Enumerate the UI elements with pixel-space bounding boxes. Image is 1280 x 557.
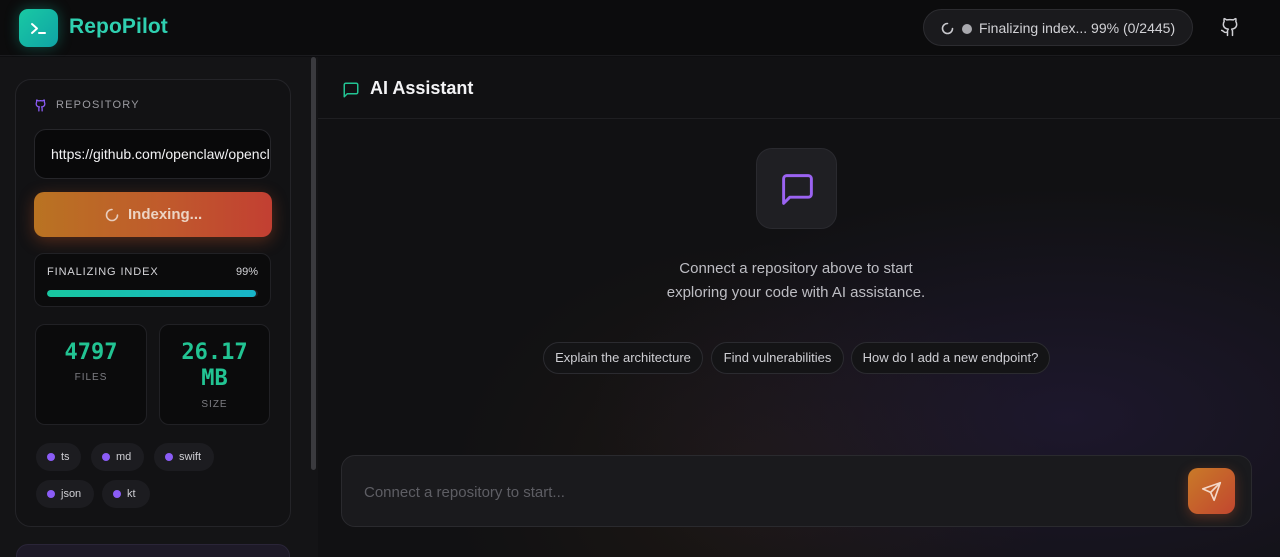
spinner-icon bbox=[941, 22, 954, 35]
language-dot bbox=[47, 490, 55, 498]
repo-icon bbox=[35, 99, 46, 112]
index-button-label: Indexing... bbox=[128, 206, 203, 223]
language-tag: ts bbox=[36, 443, 81, 471]
send-button[interactable] bbox=[1188, 468, 1235, 514]
terminal-icon[interactable] bbox=[19, 9, 58, 47]
language-dot bbox=[165, 453, 173, 461]
spinner-icon bbox=[105, 208, 119, 222]
status-text: Finalizing index... 99% (0/2445) bbox=[979, 20, 1176, 36]
empty-state-icon-box bbox=[756, 148, 837, 229]
progress-track bbox=[47, 290, 258, 297]
index-status-pill: Finalizing index... 99% (0/2445) bbox=[923, 9, 1193, 46]
repo-url-input[interactable] bbox=[34, 129, 271, 179]
chat-input[interactable] bbox=[364, 478, 1164, 506]
index-progress-card: FINALIZING INDEX 99% bbox=[34, 253, 271, 307]
progress-fill bbox=[47, 290, 256, 297]
repository-label: REPOSITORY bbox=[56, 99, 140, 111]
size-stat-card: 26.17 MB SIZE bbox=[159, 324, 270, 425]
language-dot bbox=[113, 490, 121, 498]
index-button[interactable]: Indexing... bbox=[34, 192, 272, 237]
size-value: 26.17 bbox=[181, 340, 248, 365]
files-count: 4797 bbox=[64, 340, 118, 365]
language-tag: swift bbox=[154, 443, 214, 471]
empty-state-line: Connect a repository above to start bbox=[679, 260, 913, 277]
app-name: RepoPilot bbox=[69, 15, 168, 38]
language-dot bbox=[102, 453, 110, 461]
message-square-icon bbox=[343, 82, 359, 98]
send-icon bbox=[1201, 481, 1222, 502]
empty-state-line: exploring your code with AI assistance. bbox=[666, 284, 926, 301]
suggestion-chip[interactable]: How do I add a new endpoint? bbox=[851, 342, 1050, 374]
language-tag: kt bbox=[102, 480, 150, 508]
github-icon[interactable] bbox=[1220, 17, 1240, 37]
language-dot bbox=[47, 453, 55, 461]
progress-percent: 99% bbox=[235, 266, 258, 278]
size-unit: MB bbox=[201, 366, 228, 391]
files-stat-card: 4797 FILES bbox=[35, 324, 147, 425]
language-tag: md bbox=[91, 443, 144, 471]
message-square-icon bbox=[782, 174, 813, 205]
suggestion-chip[interactable]: Explain the architecture bbox=[543, 342, 703, 374]
sidebar-next-card bbox=[16, 544, 290, 557]
status-dot bbox=[962, 24, 972, 34]
empty-state-message: Connect a repository above to start expl… bbox=[596, 257, 996, 305]
size-caption: SIZE bbox=[201, 399, 228, 410]
chat-header: AI Assistant bbox=[318, 57, 1280, 119]
progress-label: FINALIZING INDEX bbox=[47, 266, 159, 278]
suggestion-chip[interactable]: Find vulnerabilities bbox=[711, 342, 844, 374]
chat-input-container bbox=[341, 455, 1252, 527]
files-caption: FILES bbox=[74, 372, 108, 383]
sidebar-scrollbar[interactable] bbox=[311, 57, 316, 470]
chat-title: AI Assistant bbox=[370, 78, 474, 98]
language-tag: json bbox=[36, 480, 94, 508]
